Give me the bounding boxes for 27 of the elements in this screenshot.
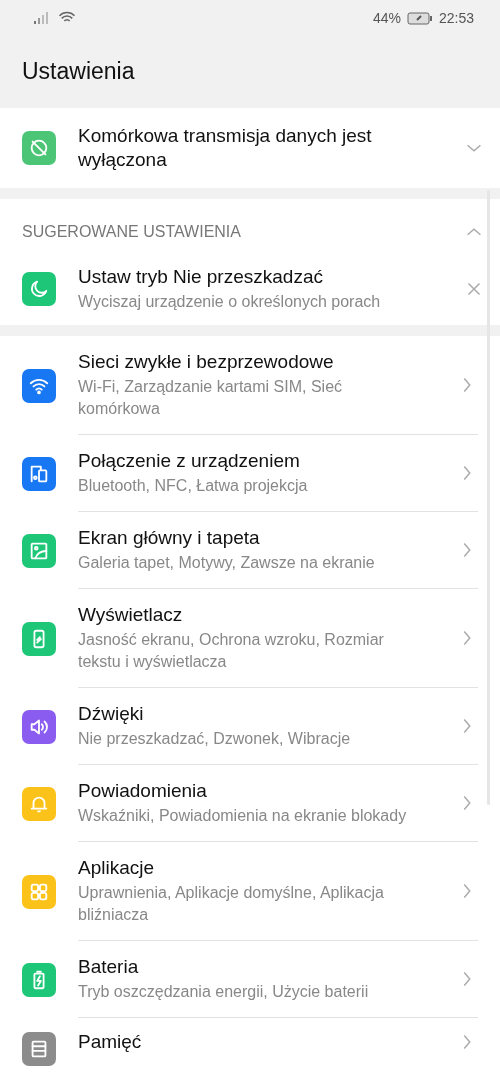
setting-title[interactable]: Dźwięki <box>78 702 426 726</box>
setting-subtitle: Bluetooth, NFC, Łatwa projekcja <box>78 476 309 496</box>
setting-subtitle: Uprawnienia, Aplikacje domyślne, Aplikacja bliźniacza <box>78 883 385 925</box>
setting-subtitle: Nie przeszkadzać, Dzwonek, Wibracje <box>78 729 352 749</box>
setting-subtitle: Jasność ekranu, Ochrona wzroku, Rozmiar tekstu i wyświetlacza <box>78 630 385 672</box>
setting-title[interactable]: Sieci zwykłe i bezprzewodowe <box>78 350 426 374</box>
moon-icon <box>28 278 50 300</box>
setting-subtitle: Wi-Fi, Zarządzanie kartami SIM, Sieć komórkowa <box>78 377 344 419</box>
battery-percent: 44% <box>372 10 401 26</box>
suggestion-subtitle: Wyciszaj urządzenie o określonych porach <box>78 292 382 312</box>
clock: 22:53 <box>438 10 474 26</box>
setting-title[interactable]: Połączenie z urządzeniem <box>78 449 426 473</box>
setting-subtitle: Galeria tapet, Motywy, Zawsze na ekranie <box>78 553 376 573</box>
alert-title: Komórkowa transmisja danych jest wyłączona <box>78 124 373 172</box>
suggestion-title: Ustaw tryb Nie przeszkadzać <box>78 265 324 289</box>
setting-title[interactable]: Ekran główny i tapeta <box>78 526 426 550</box>
setting-title[interactable]: Powiadomienia <box>78 779 426 803</box>
setting-title[interactable]: Wyświetlacz <box>78 603 426 627</box>
setting-subtitle: Tryb oszczędzania energii, Użycie baterii <box>78 982 370 1002</box>
setting-title[interactable]: Aplikacje <box>78 856 426 880</box>
setting-subtitle: Wskaźniki, Powiadomienia na ekranie blokady <box>78 806 408 826</box>
battery-status-icon <box>406 11 433 25</box>
data-off-icon <box>28 137 50 159</box>
page-title: Ustawienia <box>21 57 136 86</box>
setting-title[interactable]: Pamięć <box>78 1030 426 1054</box>
setting-title[interactable]: Bateria <box>78 955 426 979</box>
section-heading: SUGEROWANE USTAWIENIA <box>22 223 242 241</box>
